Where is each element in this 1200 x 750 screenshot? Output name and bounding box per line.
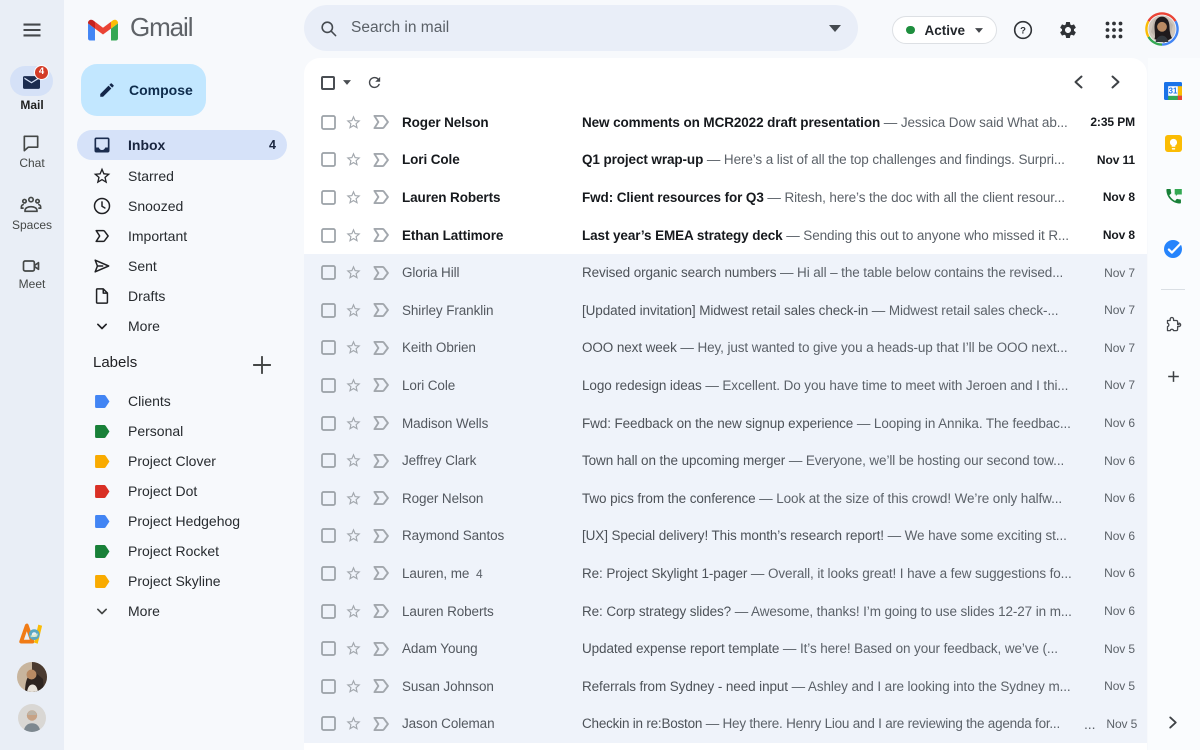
svg-text:31: 31 [1169, 87, 1178, 96]
svg-text:?: ? [1020, 25, 1026, 36]
